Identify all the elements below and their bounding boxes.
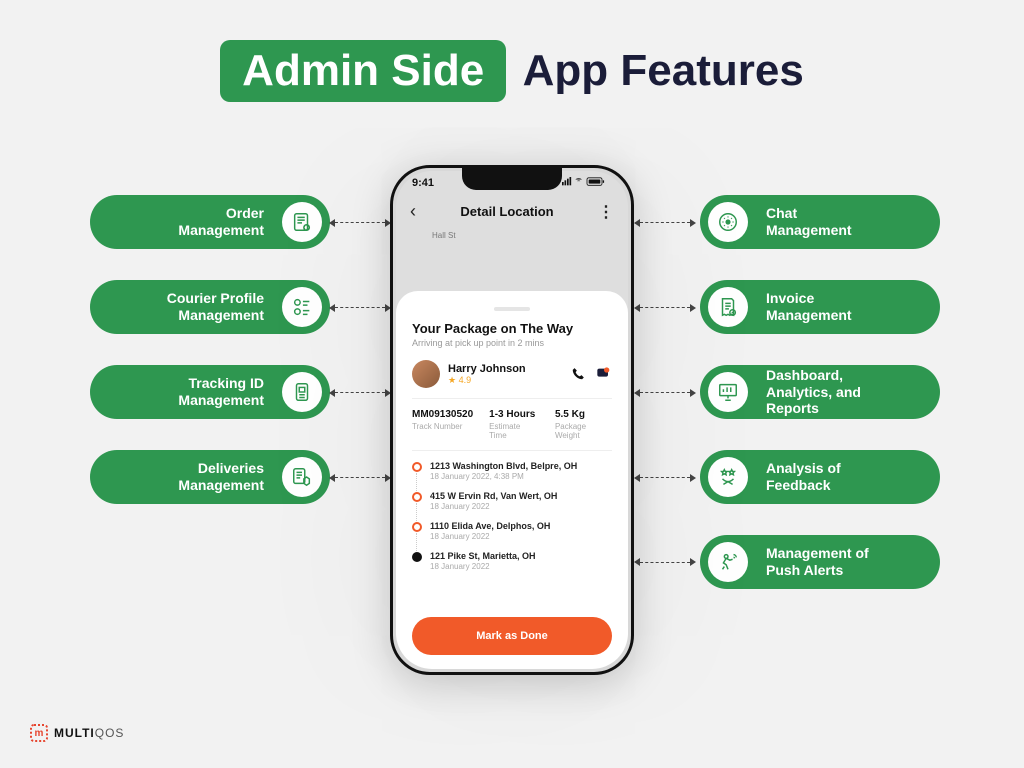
metric-label: Package Weight xyxy=(555,422,612,440)
invoice-icon xyxy=(708,287,748,327)
phone-screen: 9:41 ‹ Detail Location ⋮ Hall St Your Pa… xyxy=(396,171,628,669)
connector xyxy=(640,392,690,393)
connector xyxy=(640,222,690,223)
stop-time: 18 January 2022 xyxy=(430,562,536,571)
connector xyxy=(335,477,385,478)
route-stop: 121 Pike St, Marietta, OH 18 January 202… xyxy=(412,551,612,571)
feature-courier-profile-management: Courier ProfileManagement xyxy=(90,280,330,334)
stop-time: 18 January 2022 xyxy=(430,502,557,511)
stop-bullet-icon xyxy=(412,492,422,502)
call-icon[interactable] xyxy=(570,366,586,382)
brand-name-a: MULTI xyxy=(54,726,95,740)
feature-label: OrderManagement xyxy=(166,205,276,239)
screen-title: Detail Location xyxy=(460,204,553,219)
route-stop: 415 W Ervin Rd, Van Wert, OH 18 January … xyxy=(412,491,612,511)
screen-topbar: ‹ Detail Location ⋮ xyxy=(396,201,628,222)
clipboard-gear-icon xyxy=(282,202,322,242)
status-icons xyxy=(562,177,612,190)
package-subtext: Arriving at pick up point in 2 mins xyxy=(412,338,612,348)
feature-chat-management: ChatManagement xyxy=(700,195,940,249)
connector xyxy=(335,392,385,393)
feature-dashboard-analytics-reports: Dashboard,Analytics, andReports xyxy=(700,365,940,419)
feature-label: Courier ProfileManagement xyxy=(155,290,276,324)
stop-bullet-icon xyxy=(412,522,422,532)
stop-bullet-icon xyxy=(412,552,422,562)
feature-label: InvoiceManagement xyxy=(754,290,864,324)
divider xyxy=(412,398,612,399)
bell-run-icon xyxy=(708,542,748,582)
route-stop: 1110 Elida Ave, Delphos, OH 18 January 2… xyxy=(412,521,612,541)
more-icon[interactable]: ⋮ xyxy=(598,202,614,222)
feature-label: Dashboard,Analytics, andReports xyxy=(754,367,873,417)
phone-mockup: 9:41 ‹ Detail Location ⋮ Hall St Your Pa… xyxy=(390,165,634,675)
feature-tracking-id-management: Tracking IDManagement xyxy=(90,365,330,419)
route-stop: 1213 Washington Blvd, Belpre, OH 18 Janu… xyxy=(412,461,612,481)
page-title: Admin Side App Features xyxy=(0,0,1024,102)
brand-mark-icon: m xyxy=(30,724,48,742)
stop-address: 1110 Elida Ave, Delphos, OH xyxy=(430,521,550,531)
checklist-box-icon xyxy=(282,457,322,497)
stop-time: 18 January 2022, 4:38 PM xyxy=(430,472,577,481)
phone-notch xyxy=(462,168,562,190)
metric-label: Track Number xyxy=(412,422,473,431)
users-list-icon xyxy=(282,287,322,327)
feature-label: ChatManagement xyxy=(754,205,864,239)
feature-label: Tracking IDManagement xyxy=(166,375,276,409)
package-heading: Your Package on The Way xyxy=(412,321,612,336)
feature-order-management: OrderManagement xyxy=(90,195,330,249)
bottom-sheet: Your Package on The Way Arriving at pick… xyxy=(396,291,628,669)
chat-gear-icon xyxy=(708,202,748,242)
connector xyxy=(335,307,385,308)
title-highlight: Admin Side xyxy=(220,40,506,102)
id-card-icon xyxy=(282,372,322,412)
brand-name: MULTIQOS xyxy=(54,726,124,740)
connector xyxy=(640,562,690,563)
rating-value: 4.9 xyxy=(459,375,472,385)
stars-award-icon xyxy=(708,457,748,497)
metric-label: Estimate Time xyxy=(489,422,539,440)
sheet-grabber[interactable] xyxy=(494,307,530,311)
metric-value: 1-3 Hours xyxy=(489,409,539,420)
courier-row: Harry Johnson ★ 4.9 xyxy=(412,360,612,388)
feature-deliveries-management: DeliveriesManagement xyxy=(90,450,330,504)
route-list: 1213 Washington Blvd, Belpre, OH 18 Janu… xyxy=(412,461,612,571)
metrics-row: MM09130520 Track Number 1-3 Hours Estima… xyxy=(412,409,612,440)
stop-address: 121 Pike St, Marietta, OH xyxy=(430,551,536,561)
feature-analysis-of-feedback: Analysis ofFeedback xyxy=(700,450,940,504)
connector xyxy=(640,477,690,478)
arrowhead-icon xyxy=(634,558,640,566)
feature-management-of-push-alerts: Management ofPush Alerts xyxy=(700,535,940,589)
stop-address: 1213 Washington Blvd, Belpre, OH xyxy=(430,461,577,471)
connector xyxy=(335,222,385,223)
brand-name-b: QOS xyxy=(95,726,125,740)
stop-bullet-icon xyxy=(412,462,422,472)
metric-value: MM09130520 xyxy=(412,409,473,420)
courier-rating: ★ 4.9 xyxy=(448,375,526,386)
street-label: Hall St xyxy=(432,231,456,240)
courier-avatar xyxy=(412,360,440,388)
connector xyxy=(640,307,690,308)
metric-value: 5.5 Kg xyxy=(555,409,612,420)
title-rest: App Features xyxy=(523,46,804,96)
mark-done-button[interactable]: Mark as Done xyxy=(412,617,612,655)
feature-label: Analysis ofFeedback xyxy=(754,460,853,494)
brand-logo: m MULTIQOS xyxy=(30,724,124,742)
status-time: 9:41 xyxy=(412,177,434,190)
courier-name: Harry Johnson xyxy=(448,363,526,375)
feature-invoice-management: InvoiceManagement xyxy=(700,280,940,334)
stop-address: 415 W Ervin Rd, Van Wert, OH xyxy=(430,491,557,501)
stop-time: 18 January 2022 xyxy=(430,532,550,541)
back-icon[interactable]: ‹ xyxy=(410,201,416,222)
presentation-chart-icon xyxy=(708,372,748,412)
arrowhead-icon xyxy=(690,558,696,566)
chat-icon[interactable] xyxy=(596,366,612,382)
divider xyxy=(412,450,612,451)
feature-label: Management ofPush Alerts xyxy=(754,545,881,579)
feature-label: DeliveriesManagement xyxy=(166,460,276,494)
